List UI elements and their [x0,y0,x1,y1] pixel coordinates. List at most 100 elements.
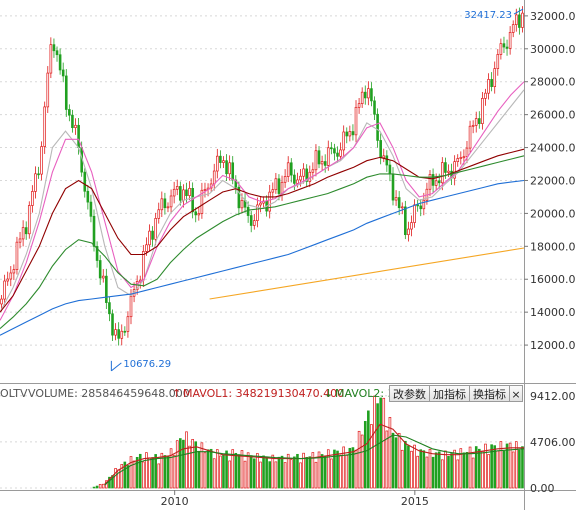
candle-body [259,202,262,206]
switch-indicator-button[interactable]: 换指标 [469,385,510,402]
candle-body [154,218,157,240]
volume-bar [382,397,386,489]
mavol1-label: MAVOL1: 348219130470.400 [183,387,345,400]
volume-bar [95,485,99,489]
price-tick-label: 16000.0 [530,273,576,286]
volume-bar [135,456,139,489]
volume-bar [277,456,281,489]
candle-body [416,204,419,207]
volume-bar [465,451,469,489]
candle-body [518,14,521,28]
candle-body [514,14,518,25]
candle-body [465,147,469,158]
ma-line-6 [209,247,525,300]
candle-body [246,206,250,216]
candle-body [3,280,6,300]
volume-bar [182,439,185,489]
candle-body [326,147,330,166]
volume-bar [453,449,456,489]
volume-bar [209,448,213,489]
price-axis: 32000.0 30000.0 28000.0 26000.0 24000.0 22000… [524,10,576,352]
volume-bar [376,403,379,489]
volume-bar [373,395,376,489]
volume-bars [92,395,524,489]
volume-tick-label: 4706.00 [530,436,576,449]
volume-label: VOLUME: 285846459648.000 [28,387,190,400]
price-tick-label: 12000.0 [530,339,576,352]
volume-bar [219,455,222,489]
volume-bar [265,456,268,489]
volume-bar [172,454,176,489]
volume-bar [92,486,96,489]
candle-body [98,260,102,279]
volume-bar [333,449,336,489]
volume-bar [175,440,179,489]
candle-body [419,205,423,210]
candle-body [148,230,151,246]
candle-body [274,178,278,191]
volume-bar [142,461,145,489]
volume-bar [268,461,272,489]
volume-bar [299,462,302,489]
volume-bar [283,462,287,489]
candle-body [502,43,506,48]
candle-body [145,244,148,252]
candle-body [348,131,352,137]
candle-body [12,269,16,274]
volume-bar [407,445,410,489]
volume-bar [410,450,413,489]
volume-bar [363,421,367,489]
volume-bar [98,484,102,489]
candle-body [74,124,77,129]
volume-bar [296,453,299,489]
candle-body [478,118,481,124]
volume-bar [434,452,438,489]
candle-body [413,204,416,223]
volume-bar [259,461,262,489]
candle-body [225,160,228,175]
candle-body [49,44,53,74]
candle-body [101,275,105,279]
candle-body [474,118,478,126]
candle-body [216,155,219,172]
indicator-name: OLTV [0,387,28,400]
candle-body [376,113,379,141]
close-icon[interactable]: × [509,385,523,402]
volume-bar [148,457,151,489]
candle-body [367,88,370,99]
stock-chart: 32000.0 30000.0 28000.0 26000.0 24000.0 22000… [0,0,576,510]
candle-body [6,278,10,282]
volume-bar [185,431,188,489]
volume-bar [400,449,404,489]
candle-body [373,100,376,115]
volume-bar [225,450,228,489]
candle-body [283,176,287,183]
volume-bar [179,438,182,489]
edit-params-button[interactable]: 改参数 [389,385,430,402]
volume-bar [252,458,256,489]
candle-body [83,171,87,192]
volume-bar [262,455,265,489]
volume-bar [360,434,364,489]
candle-body [228,162,231,175]
volume-bar [280,455,284,489]
candle-body [493,68,497,87]
volume-bar [320,454,324,489]
candle-body [120,330,124,339]
candle-body [484,92,487,99]
volume-bar [493,445,497,489]
volume-bar [151,457,154,489]
volume-bar [444,450,447,489]
volume-bar [425,456,429,489]
candle-body [370,88,373,102]
x-tick-label: 2015 [401,495,429,508]
candle-body [293,174,296,184]
volume-bar [323,455,327,489]
candle-body [382,155,386,159]
add-indicator-button[interactable]: 加指标 [429,385,470,402]
volume-bar [478,448,481,489]
volume-bar [339,454,342,489]
candle-body [123,330,127,333]
candle-body [354,106,358,136]
volume-bar [200,442,204,489]
